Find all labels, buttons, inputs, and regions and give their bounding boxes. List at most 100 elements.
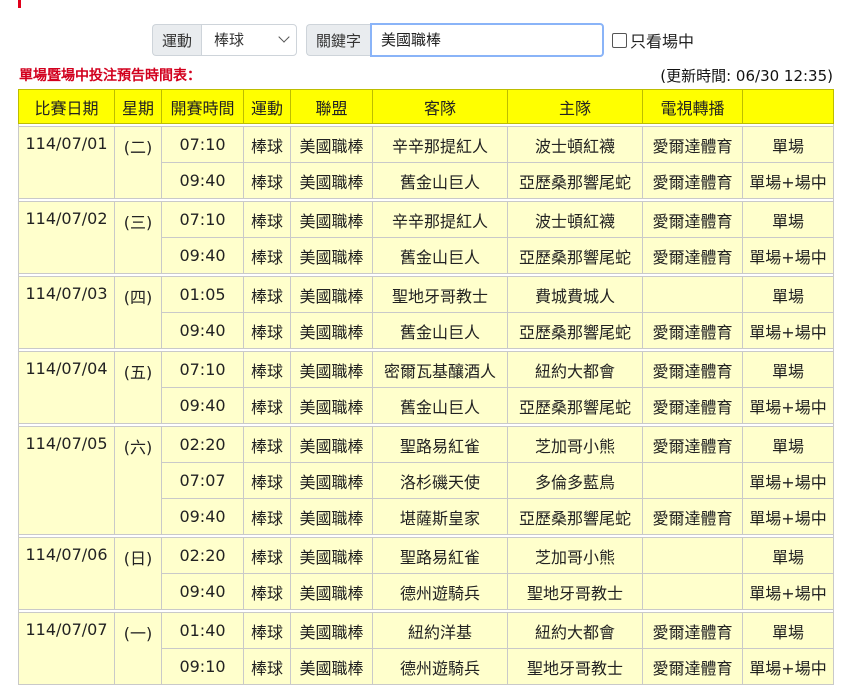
only-watch-toggle[interactable]: 只看場中 bbox=[612, 28, 694, 52]
cell-sport: 棒球 bbox=[243, 201, 291, 238]
cell-date: 114/07/01 bbox=[18, 126, 115, 199]
cell-league: 美國職棒 bbox=[290, 276, 373, 313]
cell-home: 亞歷桑那響尾蛇 bbox=[507, 237, 643, 274]
cell-sport: 棒球 bbox=[243, 387, 291, 424]
header-home: 主隊 bbox=[507, 89, 643, 124]
cell-away: 聖地牙哥教士 bbox=[372, 276, 508, 313]
cell-sport: 棒球 bbox=[243, 537, 291, 574]
cell-league: 美國職棒 bbox=[290, 237, 373, 274]
cell-time: 02:20 bbox=[161, 426, 244, 463]
cell-date: 114/07/04 bbox=[18, 351, 115, 424]
cell-time: 07:07 bbox=[161, 462, 244, 499]
cell-sport: 棒球 bbox=[243, 573, 291, 610]
cell-league: 美國職棒 bbox=[290, 648, 373, 685]
cell-league: 美國職棒 bbox=[290, 498, 373, 535]
sport-select[interactable]: 棒球 bbox=[201, 24, 298, 56]
cell-tv: 愛爾達體育 bbox=[642, 426, 743, 463]
table-row: 114/07/05 (六) 02:20 棒球 美國職棒 聖路易紅雀 芝加哥小熊 愛爾達體育 單場 bbox=[18, 426, 834, 535]
cell-type: 單場 bbox=[742, 612, 834, 649]
cell-time: 09:40 bbox=[161, 387, 244, 424]
cell-home: 紐約大都會 bbox=[507, 351, 643, 388]
cell-tv: 愛爾達體育 bbox=[642, 387, 743, 424]
cell-away: 堪薩斯皇家 bbox=[372, 498, 508, 535]
only-watch-checkbox[interactable] bbox=[612, 32, 628, 48]
cell-type: 單場 bbox=[742, 351, 834, 388]
cell-away: 聖路易紅雀 bbox=[372, 537, 508, 574]
cell-home: 亞歷桑那響尾蛇 bbox=[507, 498, 643, 535]
cell-away: 聖路易紅雀 bbox=[372, 426, 508, 463]
cell-league: 美國職棒 bbox=[290, 462, 373, 499]
cell-league: 美國職棒 bbox=[290, 387, 373, 424]
cell-away: 辛辛那提紅人 bbox=[372, 126, 508, 163]
cell-home: 費城費城人 bbox=[507, 276, 643, 313]
table-row: 114/07/03 (四) 01:05 棒球 美國職棒 聖地牙哥教士 費城費城人 單場 bbox=[18, 276, 834, 349]
cell-tv: 愛爾達體育 bbox=[642, 498, 743, 535]
cell-type: 單場+場中 bbox=[742, 498, 834, 535]
header-time: 開賽時間 bbox=[161, 89, 244, 124]
cell-away: 德州遊騎兵 bbox=[372, 573, 508, 610]
cell-away: 辛辛那提紅人 bbox=[372, 201, 508, 238]
cell-away: 舊金山巨人 bbox=[372, 387, 508, 424]
table-row: 114/07/01 (二) 07:10 棒球 美國職棒 辛辛那提紅人 波士頓紅襪 愛爾達體育單… bbox=[18, 126, 834, 199]
only-watch-label: 只看場中 bbox=[630, 32, 695, 51]
cell-league: 美國職棒 bbox=[290, 201, 373, 238]
cell-tv: 愛爾達體育 bbox=[642, 201, 743, 238]
cell-time: 09:40 bbox=[161, 312, 244, 349]
cell-home: 波士頓紅襪 bbox=[507, 126, 643, 163]
schedule-title: 單場暨場中投注預告時間表： bbox=[19, 68, 201, 84]
sport-select-value: 棒球 bbox=[214, 31, 245, 49]
cell-away: 舊金山巨人 bbox=[372, 162, 508, 199]
header-date: 比賽日期 bbox=[18, 89, 115, 124]
cell-home: 芝加哥小熊 bbox=[507, 537, 643, 574]
cell-time: 07:10 bbox=[161, 351, 244, 388]
cell-date: 114/07/03 bbox=[18, 276, 115, 349]
cell-weekday: (四) bbox=[114, 276, 162, 349]
cell-away: 密爾瓦基釀酒人 bbox=[372, 351, 508, 388]
cell-league: 美國職棒 bbox=[290, 537, 373, 574]
cell-weekday: (二) bbox=[114, 126, 162, 199]
schedule-body: 114/07/01 (二) 07:10 棒球 美國職棒 辛辛那提紅人 波士頓紅襪 愛爾達體育單… bbox=[18, 123, 834, 685]
header-sport: 運動 bbox=[243, 89, 291, 124]
cell-tv bbox=[642, 573, 743, 610]
cell-league: 美國職棒 bbox=[290, 573, 373, 610]
cell-time: 09:40 bbox=[161, 573, 244, 610]
cell-sport: 棒球 bbox=[243, 312, 291, 349]
cell-type: 單場+場中 bbox=[742, 387, 834, 424]
section-marker bbox=[18, 0, 21, 8]
cell-time: 09:40 bbox=[161, 498, 244, 535]
header-type bbox=[742, 89, 834, 124]
cell-type: 單場 bbox=[742, 537, 834, 574]
chevron-down-icon bbox=[278, 31, 290, 43]
cell-weekday: (日) bbox=[114, 537, 162, 610]
keyword-input[interactable] bbox=[370, 22, 605, 57]
cell-league: 美國職棒 bbox=[290, 126, 373, 163]
table-row: 114/07/06 (日) 02:20 棒球 美國職棒 聖路易紅雀 芝加哥小熊 單場 bbox=[18, 537, 834, 610]
cell-time: 07:10 bbox=[161, 126, 244, 163]
cell-tv: 愛爾達體育 bbox=[642, 351, 743, 388]
cell-sport: 棒球 bbox=[243, 498, 291, 535]
cell-type: 單場 bbox=[742, 201, 834, 238]
filter-bar: 運動 棒球 關鍵字 只看場中 bbox=[152, 22, 694, 57]
cell-tv: 愛爾達體育 bbox=[642, 126, 743, 163]
cell-away: 舊金山巨人 bbox=[372, 312, 508, 349]
table-row: 114/07/02 (三) 07:10 棒球 美國職棒 辛辛那提紅人 波士頓紅襪 愛爾達體育單… bbox=[18, 201, 834, 274]
cell-time: 09:40 bbox=[161, 237, 244, 274]
cell-time: 09:40 bbox=[161, 162, 244, 199]
cell-type: 單場+場中 bbox=[742, 312, 834, 349]
cell-away: 洛杉磯天使 bbox=[372, 462, 508, 499]
schedule-table: 比賽日期 星期 開賽時間 運動 聯盟 客隊 主隊 電視轉播 114/07/01(… bbox=[18, 89, 834, 685]
cell-type: 單場+場中 bbox=[742, 648, 834, 685]
cell-home: 聖地牙哥教士 bbox=[507, 648, 643, 685]
header-tv: 電視轉播 bbox=[642, 89, 743, 124]
cell-type: 單場 bbox=[742, 276, 834, 313]
keyword-group: 關鍵字 bbox=[306, 22, 605, 57]
cell-type: 單場+場中 bbox=[742, 162, 834, 199]
cell-tv bbox=[642, 462, 743, 499]
cell-sport: 棒球 bbox=[243, 126, 291, 163]
cell-date: 114/07/05 bbox=[18, 426, 115, 535]
cell-tv: 愛爾達體育 bbox=[642, 162, 743, 199]
cell-type: 單場+場中 bbox=[742, 462, 834, 499]
cell-away: 紐約洋基 bbox=[372, 612, 508, 649]
cell-sport: 棒球 bbox=[243, 237, 291, 274]
cell-sport: 棒球 bbox=[243, 612, 291, 649]
